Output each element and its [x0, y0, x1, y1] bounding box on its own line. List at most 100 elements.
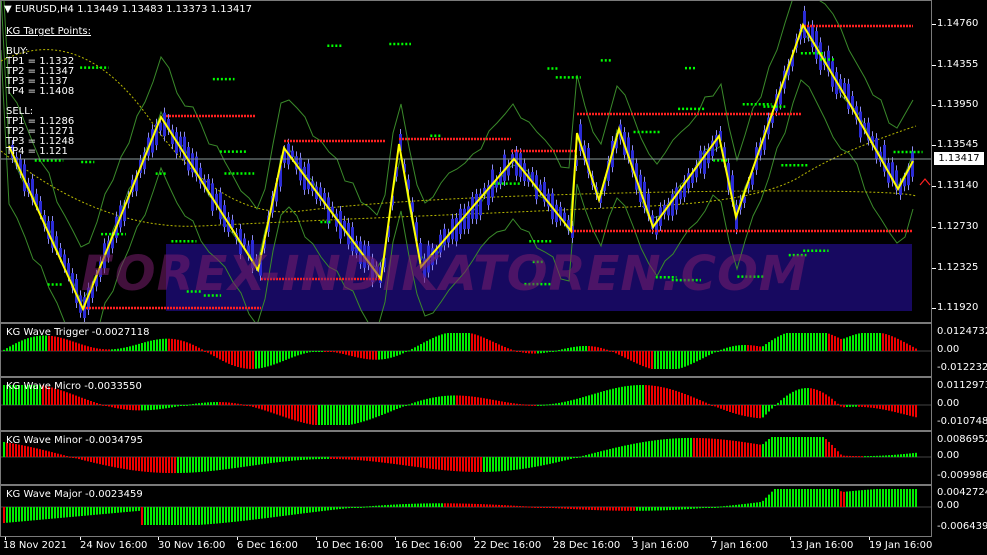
- price-chart-pane[interactable]: FOREX-INDIKATOREN.COM ▼ EURUSD,H4 1.1344…: [0, 0, 932, 323]
- histogram-bar: [522, 351, 524, 353]
- histogram-bar: [84, 507, 86, 516]
- histogram-bar: [912, 346, 914, 351]
- histogram-bar: [621, 446, 623, 457]
- price-axis[interactable]: 1.14760 1.14355 1.13950 1.13545 1.13140 …: [932, 0, 987, 323]
- histogram-bar: [792, 333, 794, 351]
- histogram-bar: [150, 507, 152, 525]
- histogram-bar: [63, 455, 65, 457]
- histogram-bar: [759, 502, 761, 507]
- histogram-bar: [669, 351, 671, 369]
- histogram-bar: [303, 405, 305, 423]
- histogram-bar: [234, 403, 236, 405]
- histogram-bar: [87, 399, 89, 405]
- histogram-bar: [834, 448, 836, 457]
- histogram-bar: [438, 457, 440, 470]
- histogram-bar: [195, 403, 197, 405]
- histogram-bar: [258, 507, 260, 520]
- histogram-bar: [357, 457, 359, 461]
- kg-wave-micro-pane[interactable]: KG Wave Micro -0.0033550: [0, 377, 932, 431]
- histogram-bar: [849, 455, 851, 457]
- histogram-bar: [771, 340, 773, 351]
- histogram-bar: [171, 457, 173, 474]
- histogram-bar: [156, 507, 158, 525]
- histogram-bar: [324, 507, 326, 511]
- histogram-bar: [276, 405, 278, 415]
- histogram-bar: [375, 457, 377, 462]
- histogram-bar: [636, 385, 638, 405]
- histogram-bar: [162, 405, 164, 409]
- histogram-bar: [609, 449, 611, 457]
- histogram-bar: [768, 342, 770, 351]
- histogram-bar: [687, 437, 689, 457]
- histogram-bar: [852, 405, 854, 407]
- histogram-bar: [735, 345, 737, 351]
- histogram-bar: [312, 405, 314, 425]
- histogram-bar: [225, 457, 227, 470]
- histogram-bar: [120, 348, 122, 351]
- histogram-bar: [618, 507, 620, 511]
- histogram-bar: [414, 402, 416, 405]
- collapse-triangle-icon[interactable]: ▼: [4, 4, 12, 15]
- kg-wave-minor-pane[interactable]: KG Wave Minor -0.0034795: [0, 431, 932, 485]
- histogram-bar: [318, 351, 320, 352]
- histogram-bar: [543, 507, 545, 508]
- histogram-bar: [813, 333, 815, 351]
- histogram-bar: [891, 454, 893, 457]
- histogram-bar: [306, 351, 308, 353]
- histogram-bar: [573, 457, 575, 459]
- histogram-bar: [597, 452, 599, 457]
- histogram-bar: [399, 351, 401, 355]
- kg-wave-major-pane[interactable]: KG Wave Major -0.0023459: [0, 485, 932, 537]
- histogram-bar: [270, 457, 272, 464]
- axis-tick: 0.00: [937, 344, 960, 355]
- axis-tick: 0.0042724: [937, 487, 987, 498]
- histogram-bar: [273, 351, 275, 365]
- histogram-bar: [543, 351, 545, 353]
- candle-body: [675, 187, 678, 210]
- histogram-bar: [60, 390, 62, 405]
- histogram-bar: [564, 401, 566, 405]
- histogram-bar: [255, 507, 257, 520]
- histogram-bar: [558, 507, 560, 509]
- histogram-bar: [588, 454, 590, 457]
- histogram-bar: [720, 439, 722, 457]
- histogram-bar: [498, 400, 500, 405]
- histogram-bar: [900, 454, 902, 457]
- histogram-bar: [378, 405, 380, 417]
- histogram-bar: [165, 338, 167, 351]
- histogram-bar: [249, 351, 251, 369]
- time-tick: 7 Jan 16:00: [711, 540, 768, 551]
- histogram-bar: [621, 386, 623, 405]
- histogram-bar: [117, 507, 119, 513]
- histogram-bar: [714, 507, 716, 508]
- histogram-bar: [429, 398, 431, 405]
- histogram-bar: [552, 457, 554, 464]
- histogram-bar: [120, 457, 122, 469]
- kg-wave-trigger-pane[interactable]: KG Wave Trigger -0.0027118: [0, 323, 932, 377]
- histogram-bar: [231, 351, 233, 366]
- histogram-bar: [156, 405, 158, 410]
- histogram-bar: [228, 507, 230, 523]
- histogram-bar: [309, 457, 311, 460]
- histogram-bar: [381, 405, 383, 415]
- histogram-bar: [297, 405, 299, 422]
- histogram-bar: [18, 507, 20, 522]
- histogram-bar: [888, 489, 890, 507]
- histogram-bar: [657, 439, 659, 457]
- histogram-bar: [303, 351, 305, 354]
- histogram-bar: [561, 507, 563, 509]
- histogram-bar: [861, 490, 863, 507]
- histogram-bar: [240, 457, 242, 468]
- price-tick: 1.14355: [937, 59, 979, 70]
- histogram-bar: [432, 503, 434, 507]
- histogram-bar: [873, 489, 875, 507]
- histogram-bar: [795, 437, 797, 457]
- histogram-bar: [327, 351, 329, 352]
- histogram-bar: [555, 457, 557, 463]
- histogram-bar: [765, 441, 767, 457]
- histogram-bar: [246, 405, 248, 406]
- histogram-bar: [78, 343, 80, 351]
- histogram-bar: [246, 457, 248, 467]
- histogram-bar: [537, 457, 539, 467]
- histogram-bar: [744, 405, 746, 417]
